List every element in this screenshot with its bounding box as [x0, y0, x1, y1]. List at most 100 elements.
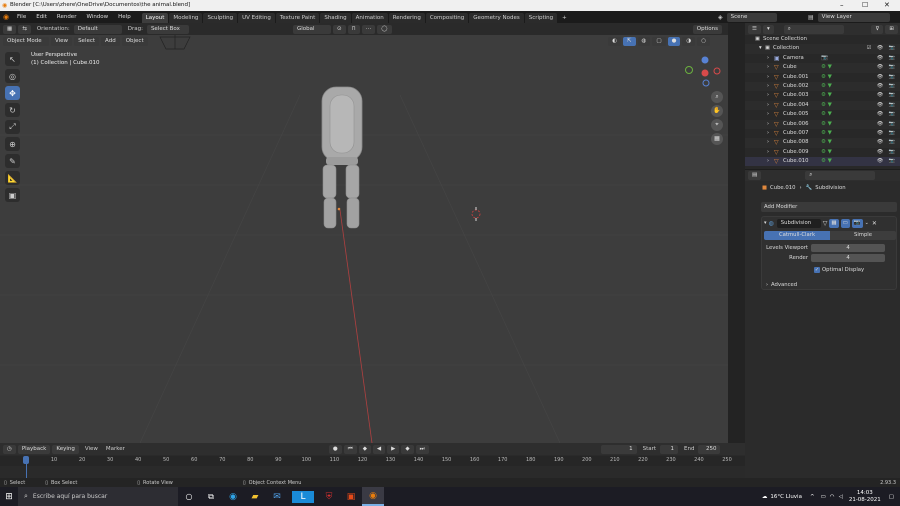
- tab-sculpting[interactable]: Sculpting: [203, 13, 238, 23]
- weather-label[interactable]: 16°C Lluvia: [770, 494, 802, 500]
- ortho-grid-icon[interactable]: ▦: [711, 133, 723, 145]
- add-modifier-button[interactable]: Add Modifier: [761, 202, 897, 212]
- timeline-playback-menu[interactable]: Playback: [17, 444, 51, 454]
- expand-arrow-icon[interactable]: ›: [767, 129, 769, 138]
- select-tool-icon[interactable]: ↖: [5, 52, 20, 66]
- modifier-mesh-data-icons[interactable]: ⚙ ▼: [821, 91, 832, 100]
- cortana-icon[interactable]: ○: [178, 492, 200, 501]
- add-workspace-icon[interactable]: +: [558, 13, 571, 23]
- annotate-tool-icon[interactable]: ✎: [5, 154, 20, 168]
- visibility-toggle-icons[interactable]: 👁 📷: [877, 110, 897, 119]
- expand-arrow-icon[interactable]: ›: [767, 110, 769, 119]
- outliner-item[interactable]: › ▽ Cube.003 ⚙ ▼ 👁 📷: [745, 91, 900, 100]
- outliner-filter-icon[interactable]: ⊽: [871, 24, 884, 34]
- expand-arrow-icon[interactable]: ›: [767, 138, 769, 147]
- outliner-item[interactable]: › ▽ Cube.001 ⚙ ▼ 👁 📷: [745, 73, 900, 82]
- expand-arrow-icon[interactable]: ›: [767, 54, 769, 63]
- camera-view-icon[interactable]: ⌖: [711, 119, 723, 131]
- properties-search-input[interactable]: ⌕: [805, 171, 876, 180]
- tab-uv-editing[interactable]: UV Editing: [238, 13, 275, 23]
- modifier-mesh-data-icons[interactable]: ⚙ ▼: [821, 63, 832, 72]
- start-frame-input[interactable]: 1: [660, 444, 679, 454]
- 3d-viewport[interactable]: User Perspective (1) Collection | Cube.0…: [0, 35, 728, 443]
- expand-arrow-icon[interactable]: ›: [767, 120, 769, 129]
- timeline-ruler[interactable]: 0102030405060708090100110120130140150160…: [0, 456, 745, 466]
- transform-tool-icon[interactable]: ⊕: [5, 137, 20, 151]
- options-button[interactable]: Options: [692, 24, 722, 34]
- task-view-icon[interactable]: ⧉: [200, 492, 222, 502]
- tab-scripting[interactable]: Scripting: [524, 13, 558, 23]
- timeline-view-menu[interactable]: View: [85, 446, 98, 452]
- render-levels-input[interactable]: 4: [811, 253, 885, 262]
- record-icon[interactable]: ●: [328, 444, 342, 454]
- visibility-toggle-icons[interactable]: 👁 📷: [877, 148, 897, 157]
- tab-modeling[interactable]: Modeling: [169, 13, 203, 23]
- proportional-edit-icon[interactable]: ◯: [377, 24, 392, 34]
- timeline-marker-menu[interactable]: Marker: [106, 446, 125, 452]
- notifications-icon[interactable]: ▢: [889, 494, 894, 500]
- modifier-menu-icon[interactable]: ⌄: [865, 220, 869, 226]
- show-viewport-icon[interactable]: ▭: [840, 218, 850, 228]
- visibility-toggle-icons[interactable]: 👁 📷: [877, 120, 897, 129]
- visibility-toggle-icons[interactable]: 👁 📷: [877, 54, 897, 63]
- outliner-item[interactable]: › ▽ Cube.002 ⚙ ▼ 👁 📷: [745, 81, 900, 92]
- clock[interactable]: 14:03 21-08-2021: [849, 490, 881, 504]
- maximize-icon[interactable]: ☐: [862, 1, 868, 9]
- outliner-collection[interactable]: ▾ ▣ Collection ☑ 👁 📷: [745, 44, 900, 54]
- editmode-toggle-icon[interactable]: ▽: [823, 220, 828, 227]
- viewport-canvas[interactable]: [0, 35, 728, 443]
- close-icon[interactable]: ✕: [884, 1, 890, 9]
- move-tool-icon[interactable]: ✥: [5, 86, 20, 100]
- expand-arrow-icon[interactable]: ›: [767, 101, 769, 110]
- next-keyframe-icon[interactable]: ◆: [401, 444, 414, 454]
- outliner-editor-icon[interactable]: ☰: [748, 24, 761, 34]
- solid-shading-icon[interactable]: ●: [667, 36, 681, 46]
- blender-menu-icon[interactable]: ◉: [0, 13, 12, 21]
- drag-dropdown[interactable]: Select Box: [146, 24, 189, 34]
- modifier-mesh-data-icons[interactable]: ⚙ ▼: [821, 157, 832, 166]
- blender-taskbar-icon[interactable]: ◉: [362, 487, 384, 506]
- visibility-toggle-icons[interactable]: 👁 📷: [877, 63, 897, 72]
- expand-arrow-icon[interactable]: ›: [767, 73, 769, 82]
- taskbar-search-box[interactable]: ⌕ Escribe aquí para buscar: [18, 487, 178, 506]
- xray-icon[interactable]: ▢: [652, 36, 666, 46]
- expand-arrow-icon[interactable]: ▾: [759, 44, 762, 53]
- tray-expand-icon[interactable]: ^: [810, 494, 815, 500]
- modifier-mesh-data-icons[interactable]: ⚙ ▼: [821, 110, 832, 119]
- new-collection-icon[interactable]: ⊞: [885, 24, 898, 34]
- simple-button[interactable]: Simple: [830, 231, 896, 240]
- advanced-subpanel[interactable]: › Advanced: [766, 280, 896, 289]
- menu-render[interactable]: Render: [52, 11, 82, 23]
- outliner-item[interactable]: › ▽ Cube.007 ⚙ ▼ 👁 📷: [745, 129, 900, 138]
- remove-modifier-icon[interactable]: ✕: [872, 220, 877, 227]
- menu-add[interactable]: Add: [101, 36, 120, 46]
- scene-selector[interactable]: ◈ Scene: [718, 12, 779, 22]
- menu-view[interactable]: View: [51, 36, 73, 46]
- minimize-icon[interactable]: –: [840, 1, 844, 9]
- tab-compositing[interactable]: Compositing: [425, 13, 469, 23]
- editor-type-icon[interactable]: ▦: [3, 24, 17, 34]
- outliner-item[interactable]: › ▽ Cube.008 ⚙ ▼ 👁 📷: [745, 138, 900, 148]
- outliner-item[interactable]: › ▽ Cube.005 ⚙ ▼ 👁 📷: [745, 110, 900, 119]
- tab-shading[interactable]: Shading: [320, 13, 351, 23]
- expand-arrow-icon[interactable]: ›: [767, 91, 769, 100]
- modifier-mesh-data-icons[interactable]: ⚙ ▼: [821, 120, 832, 129]
- show-render-icon[interactable]: 📷: [851, 218, 863, 228]
- modifier-mesh-data-icons[interactable]: ⚙ ▼: [821, 148, 832, 157]
- visibility-toggle-icons[interactable]: 👁 📷: [877, 138, 897, 147]
- playhead[interactable]: [23, 456, 29, 464]
- jump-end-icon[interactable]: ⏭: [415, 444, 429, 454]
- collapse-arrow-icon[interactable]: ▾: [764, 220, 767, 226]
- end-frame-input[interactable]: 250: [698, 444, 721, 454]
- weather-icon[interactable]: ☁: [762, 494, 768, 500]
- expand-arrow-icon[interactable]: ›: [767, 148, 769, 157]
- visibility-toggle-icons[interactable]: 👁 📷: [877, 129, 897, 138]
- catmull-clark-button[interactable]: Catmull-Clark: [764, 231, 830, 240]
- outliner-item[interactable]: › ▽ Cube.006 ⚙ ▼ 👁 📷: [745, 119, 900, 129]
- office-icon[interactable]: ▣: [340, 492, 362, 502]
- properties-editor-icon[interactable]: ▤: [748, 171, 762, 180]
- outliner-item[interactable]: › ▽ Cube.010 ⚙ ▼ 👁 📷: [745, 157, 900, 167]
- visibility-toggle-icons[interactable]: 👁 📷: [877, 157, 897, 166]
- menu-select[interactable]: Select: [74, 36, 100, 46]
- transform-global-dropdown[interactable]: Global: [292, 24, 331, 34]
